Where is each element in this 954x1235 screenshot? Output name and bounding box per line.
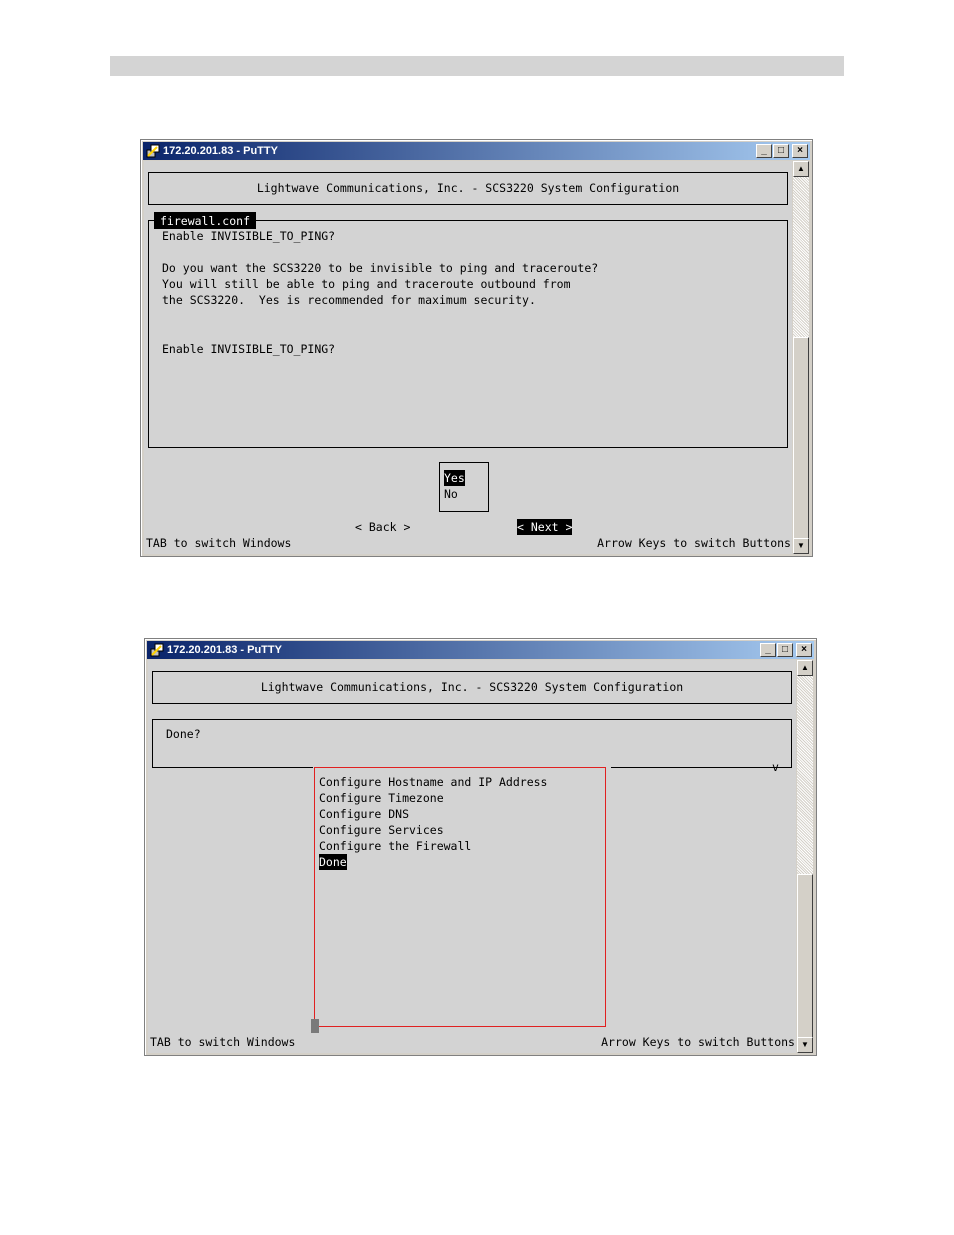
description-line-3: the SCS3220. Yes is recommended for maxi…: [162, 293, 536, 307]
next-button[interactable]: < Next >: [517, 519, 573, 535]
footer-left-hint: TAB to switch Windows: [146, 536, 292, 550]
maximize-button[interactable]: □: [777, 643, 793, 657]
header-text: Lightwave Communications, Inc. - SCS3220…: [260, 680, 684, 694]
menu-item-firewall[interactable]: Configure the Firewall: [319, 838, 471, 854]
menu-item-hostname[interactable]: Configure Hostname and IP Address: [319, 774, 547, 790]
scroll-down-icon[interactable]: ▼: [797, 1037, 813, 1053]
footer-right-hint: Arrow Keys to switch Buttons: [601, 1035, 795, 1049]
menu-item-services[interactable]: Configure Services: [319, 822, 444, 838]
putty-window-menu: 172.20.201.83 - PuTTY _ □ × Lightwave Comm…: [144, 638, 817, 1056]
cursor-block: [311, 1019, 319, 1033]
page-header-bar: [110, 56, 844, 76]
title-bar[interactable]: 172.20.201.83 - PuTTY _ □ ×: [143, 142, 810, 160]
header-box: Lightwave Communications, Inc. - SCS3220…: [152, 671, 792, 704]
footer-left-hint: TAB to switch Windows: [150, 1035, 296, 1049]
footer-right-hint: Arrow Keys to switch Buttons: [597, 536, 791, 550]
close-button[interactable]: ×: [796, 643, 812, 657]
header-box: Lightwave Communications, Inc. - SCS3220…: [148, 172, 788, 205]
menu-item-timezone[interactable]: Configure Timezone: [319, 790, 444, 806]
option-yes[interactable]: Yes: [444, 470, 465, 486]
header-text: Lightwave Communications, Inc. - SCS3220…: [256, 181, 680, 195]
minimize-button[interactable]: _: [756, 144, 772, 158]
scrollbar-thumb[interactable]: [793, 337, 809, 540]
putty-app-icon: [146, 144, 160, 158]
vertical-scrollbar[interactable]: ▲ ▼: [793, 161, 809, 554]
menu-item-dns[interactable]: Configure DNS: [319, 806, 409, 822]
window-title: 172.20.201.83 - PuTTY: [167, 644, 282, 656]
scroll-up-icon[interactable]: ▲: [793, 161, 809, 177]
description-line-1: Do you want the SCS3220 to be invisible …: [162, 261, 599, 275]
back-button[interactable]: < Back >: [355, 519, 410, 535]
menu-item-done[interactable]: Done: [319, 854, 347, 870]
close-button[interactable]: ×: [792, 144, 808, 158]
window-title: 172.20.201.83 - PuTTY: [163, 145, 278, 157]
scroll-up-icon[interactable]: ▲: [797, 660, 813, 676]
prompt-line-top: Enable INVISIBLE_TO_PING?: [162, 229, 336, 243]
option-no[interactable]: No: [444, 486, 458, 502]
terminal-area[interactable]: Lightwave Communications, Inc. - SCS3220…: [144, 161, 792, 554]
panel-bottom-left: [152, 767, 313, 768]
scroll-more-marker: v: [772, 760, 779, 774]
description-line-2: You will still be able to ping and trace…: [162, 277, 571, 291]
minimize-button[interactable]: _: [760, 643, 776, 657]
scrollbar-thumb[interactable]: [797, 874, 813, 1039]
prompt-line-bottom: Enable INVISIBLE_TO_PING?: [162, 342, 336, 356]
question-text: Done?: [166, 727, 201, 741]
panel-tab-label: firewall.conf: [154, 212, 257, 229]
putty-app-icon: [150, 643, 164, 657]
title-bar[interactable]: 172.20.201.83 - PuTTY _ □ ×: [147, 641, 814, 659]
maximize-button[interactable]: □: [773, 144, 789, 158]
terminal-area[interactable]: Lightwave Communications, Inc. - SCS3220…: [148, 660, 796, 1053]
panel-bottom-right: [611, 767, 792, 768]
vertical-scrollbar[interactable]: ▲ ▼: [797, 660, 813, 1053]
putty-window-firewall: 172.20.201.83 - PuTTY _ □ × Lightwave Comm…: [140, 139, 813, 557]
config-panel: [148, 220, 788, 448]
scroll-down-icon[interactable]: ▼: [793, 538, 809, 554]
question-panel: [152, 719, 792, 767]
